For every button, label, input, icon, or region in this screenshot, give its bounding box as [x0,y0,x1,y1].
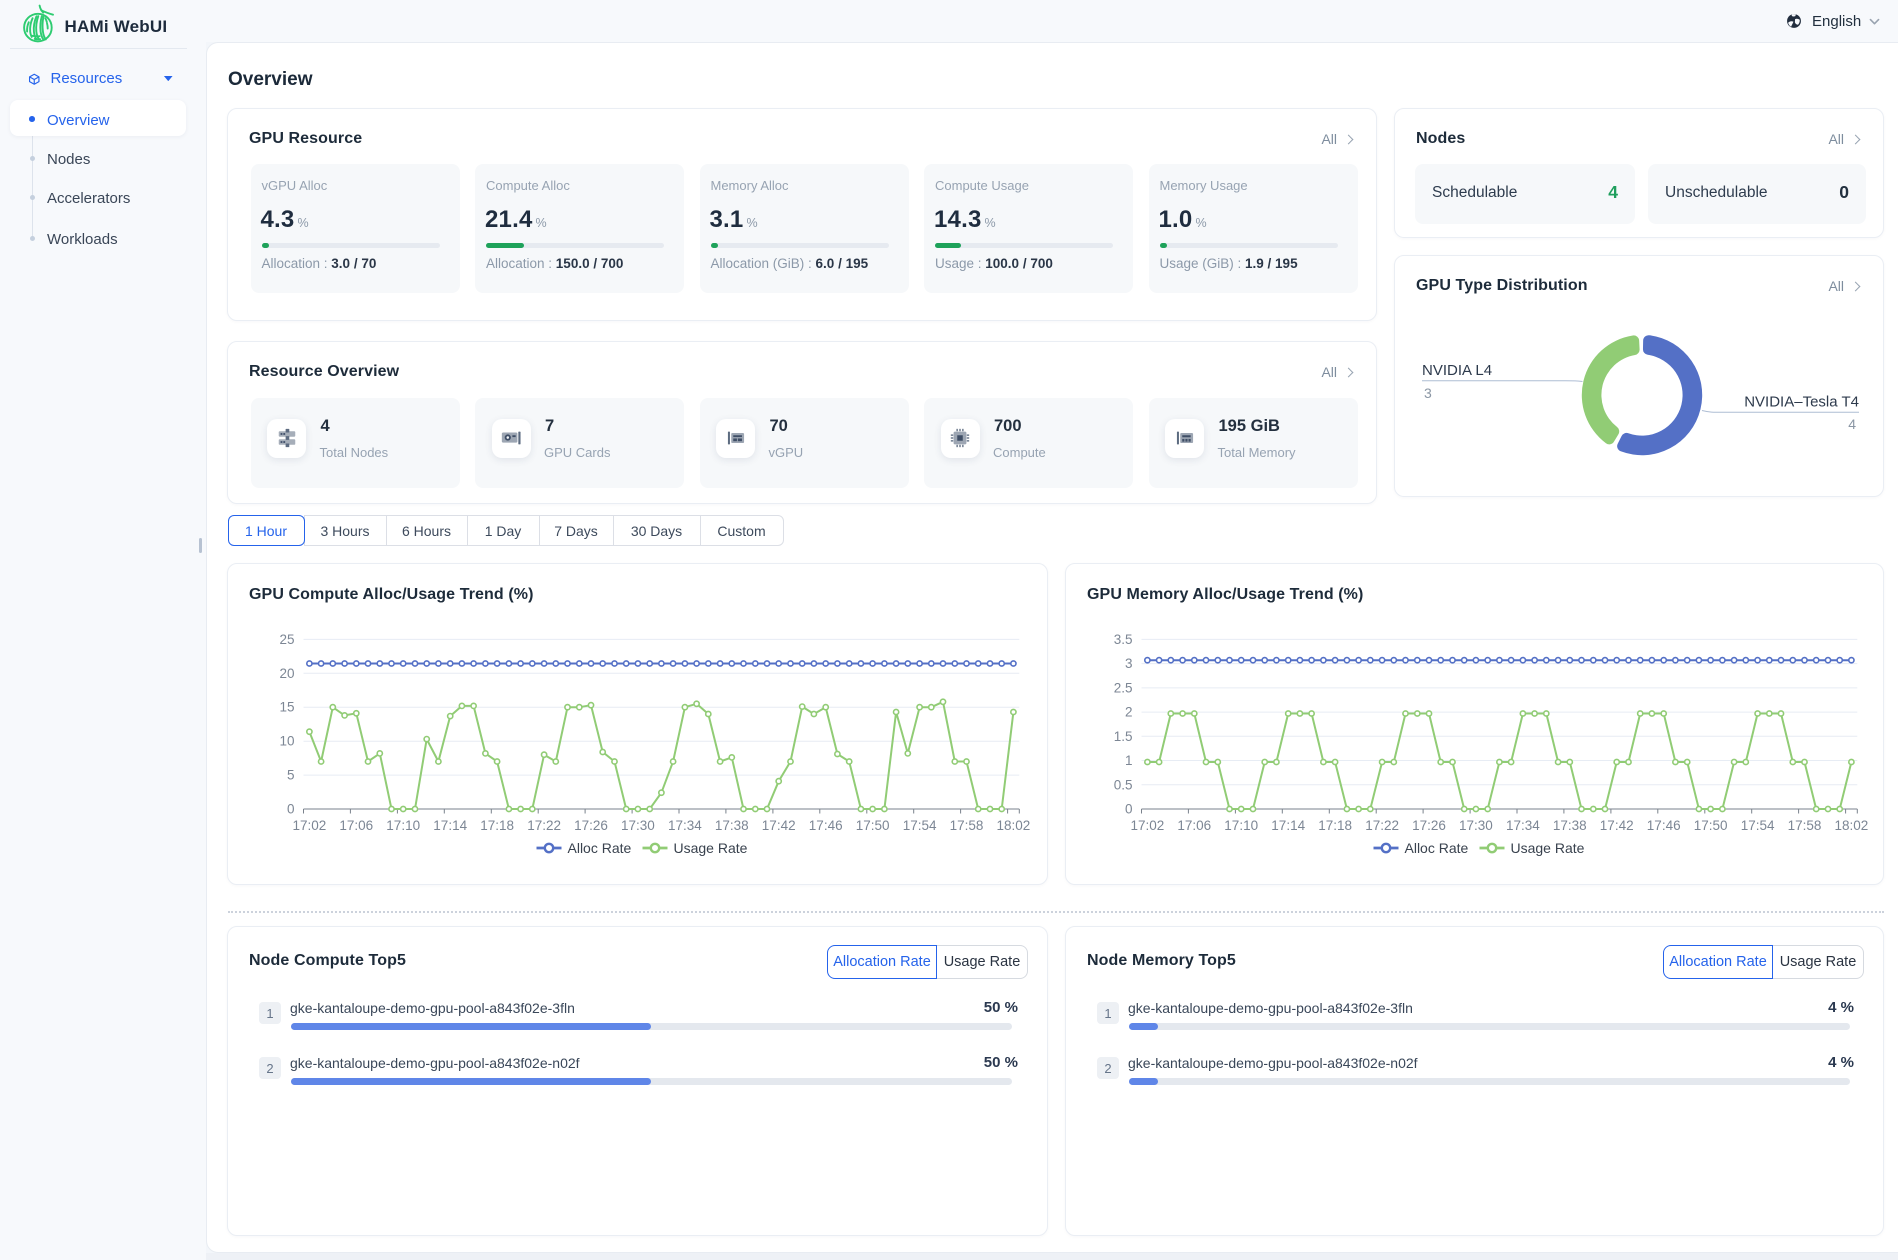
svg-text:17:22: 17:22 [1365,818,1399,833]
svg-text:20: 20 [279,666,294,681]
svg-text:0.5: 0.5 [1114,777,1133,792]
svg-text:17:46: 17:46 [809,818,843,833]
svg-text:17:58: 17:58 [950,818,984,833]
svg-text:0: 0 [1125,802,1133,817]
svg-text:17:14: 17:14 [1271,818,1305,833]
svg-text:18:02: 18:02 [1835,818,1869,833]
svg-text:17:46: 17:46 [1647,818,1681,833]
svg-text:1: 1 [1125,753,1133,768]
svg-text:17:54: 17:54 [903,818,937,833]
svg-text:17:10: 17:10 [1224,818,1258,833]
svg-text:17:50: 17:50 [1694,818,1728,833]
svg-text:17:34: 17:34 [668,818,702,833]
svg-text:18:02: 18:02 [997,818,1031,833]
svg-text:4: 4 [1848,416,1856,432]
svg-text:17:18: 17:18 [480,818,514,833]
svg-text:2: 2 [1125,705,1133,720]
svg-text:17:14: 17:14 [433,818,467,833]
svg-text:1.5: 1.5 [1114,729,1133,744]
svg-text:17:06: 17:06 [339,818,373,833]
svg-text:17:10: 17:10 [386,818,420,833]
svg-text:3.5: 3.5 [1114,632,1133,647]
svg-text:17:42: 17:42 [762,818,796,833]
svg-text:Alloc Rate: Alloc Rate [568,840,632,856]
svg-text:17:58: 17:58 [1788,818,1822,833]
svg-text:Usage Rate: Usage Rate [1511,840,1585,856]
svg-text:10: 10 [279,734,294,749]
svg-text:NVIDIA L4: NVIDIA L4 [1422,362,1492,379]
svg-text:3: 3 [1424,385,1432,401]
svg-text:17:50: 17:50 [856,818,890,833]
svg-text:NVIDIA–Tesla T4: NVIDIA–Tesla T4 [1744,394,1859,411]
svg-text:25: 25 [279,632,294,647]
svg-text:17:18: 17:18 [1318,818,1352,833]
svg-text:3: 3 [1125,656,1133,671]
svg-text:17:26: 17:26 [1412,818,1446,833]
svg-text:17:30: 17:30 [621,818,655,833]
svg-text:17:38: 17:38 [715,818,749,833]
svg-text:2.5: 2.5 [1114,680,1133,695]
svg-text:17:34: 17:34 [1506,818,1540,833]
svg-text:Alloc Rate: Alloc Rate [1405,840,1469,856]
svg-text:17:06: 17:06 [1177,818,1211,833]
svg-text:17:02: 17:02 [1131,818,1165,833]
svg-text:5: 5 [287,768,295,783]
svg-text:17:02: 17:02 [293,818,327,833]
svg-text:17:26: 17:26 [574,818,608,833]
svg-text:17:54: 17:54 [1741,818,1775,833]
svg-text:15: 15 [279,700,294,715]
svg-text:17:22: 17:22 [527,818,561,833]
svg-text:17:38: 17:38 [1553,818,1587,833]
svg-text:Usage Rate: Usage Rate [674,840,748,856]
svg-text:0: 0 [287,802,295,817]
svg-text:17:30: 17:30 [1459,818,1493,833]
svg-text:17:42: 17:42 [1600,818,1634,833]
